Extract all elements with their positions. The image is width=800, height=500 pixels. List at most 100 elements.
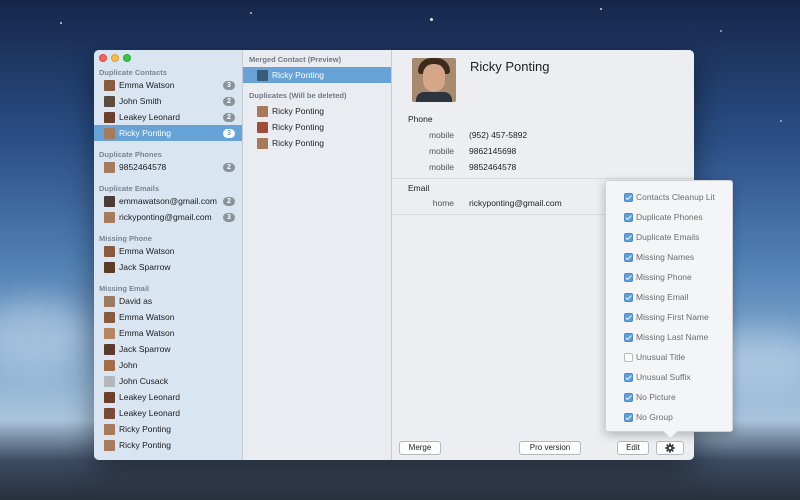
sidebar-item[interactable]: David as [94, 293, 242, 309]
filter-option[interactable]: Duplicate Emails [606, 227, 732, 247]
filter-option[interactable]: Missing Last Name [606, 327, 732, 347]
avatar [104, 161, 115, 173]
duplicate-contact-item-label: Ricky Ponting [272, 122, 324, 132]
sidebar-group: Duplicate Phones 9852464578 2 [94, 148, 242, 175]
filter-option-label: Missing First Name [636, 312, 709, 322]
avatar [257, 121, 268, 133]
checkbox[interactable] [624, 192, 633, 202]
sidebar-item-label: rickyponting@gmail.com [119, 212, 212, 222]
sidebar-item[interactable]: Jack Sparrow [94, 259, 242, 275]
avatar [104, 95, 115, 107]
sidebar-item-label: Emma Watson [119, 80, 175, 90]
merged-contact-item[interactable]: Ricky Ponting [243, 67, 391, 83]
sidebar-item[interactable]: Emma Watson [94, 309, 242, 325]
sidebar-item-label: Leakey Leonard [119, 112, 180, 122]
sidebar-item-label: Emma Watson [119, 328, 175, 338]
sidebar-item[interactable]: Emma Watson 3 [94, 77, 242, 93]
filter-option[interactable]: Duplicate Phones [606, 207, 732, 227]
sidebar-item[interactable]: Leakey Leonard 2 [94, 109, 242, 125]
sidebar-group-title: Duplicate Phones [99, 150, 162, 159]
merge-button[interactable]: Merge [399, 441, 441, 455]
sidebar-item-label: Emma Watson [119, 246, 175, 256]
desktop-cloud [0, 300, 90, 370]
sidebar-item-label: Ricky Ponting [119, 424, 171, 434]
avatar [104, 343, 115, 355]
filter-option[interactable]: Missing Email [606, 287, 732, 307]
duplicate-contact-item-label: Ricky Ponting [272, 138, 324, 148]
checkbox[interactable] [624, 372, 633, 382]
duplicate-contact-item[interactable]: Ricky Ponting [243, 103, 391, 119]
gear-icon [665, 443, 675, 453]
sidebar-group-title: Duplicate Emails [99, 184, 160, 193]
sidebar-item-label: Emma Watson [119, 312, 175, 322]
sidebar-item[interactable]: Emma Watson [94, 325, 242, 341]
email-value[interactable]: rickyponting@gmail.com [469, 198, 562, 208]
sidebar-item[interactable]: Ricky Ponting [94, 437, 242, 453]
sidebar-item[interactable]: 9852464578 2 [94, 159, 242, 175]
filter-option[interactable]: Missing Names [606, 247, 732, 267]
sidebar-item[interactable]: John Smith 2 [94, 93, 242, 109]
avatar [104, 261, 115, 273]
checkbox[interactable] [624, 392, 633, 402]
sidebar-item[interactable]: emmawatson@gmail.com 2 [94, 193, 242, 209]
phone-label: mobile [428, 146, 454, 156]
sidebar-group-title: Duplicate Contacts [99, 68, 167, 77]
sidebar-item-label: John Smith [119, 96, 162, 106]
checkbox[interactable] [624, 352, 633, 362]
avatar [104, 295, 115, 307]
count-badge: 3 [223, 128, 235, 138]
checkbox[interactable] [624, 212, 633, 222]
phone-value[interactable]: 9862145698 [469, 146, 516, 156]
avatar [104, 391, 115, 403]
checkbox[interactable] [624, 252, 633, 262]
filter-option-label: Unusual Title [636, 352, 686, 362]
filter-option-label: Missing Last Name [636, 332, 709, 342]
filter-option[interactable]: No Group [606, 407, 732, 427]
phone-section-label: Phone [408, 114, 433, 124]
checkbox[interactable] [624, 232, 633, 242]
phone-value[interactable]: (952) 457-5892 [469, 130, 527, 140]
avatar [104, 407, 115, 419]
checkbox[interactable] [624, 332, 633, 342]
filter-option[interactable]: No Picture [606, 387, 732, 407]
checkbox[interactable] [624, 312, 633, 322]
sidebar-item[interactable]: Leakey Leonard [94, 405, 242, 421]
checkbox[interactable] [624, 292, 633, 302]
checkbox[interactable] [624, 272, 633, 282]
sidebar-group: Missing Email David as Emma Watson Emma Wat… [94, 282, 242, 453]
avatar [104, 211, 115, 223]
avatar [104, 423, 115, 435]
duplicate-contact-item[interactable]: Ricky Ponting [243, 119, 391, 135]
filter-option[interactable]: Missing First Name [606, 307, 732, 327]
avatar [104, 127, 115, 139]
sidebar-item[interactable]: John [94, 357, 242, 373]
sidebar-item[interactable]: Emma Watson [94, 243, 242, 259]
filter-option[interactable]: Missing Phone [606, 267, 732, 287]
pro-version-button[interactable]: Pro version [519, 441, 581, 455]
filter-option[interactable]: Contacts Cleanup Lit [606, 187, 732, 207]
sidebar-item[interactable]: Leakey Leonard [94, 389, 242, 405]
sidebar-item[interactable]: Jack Sparrow [94, 341, 242, 357]
count-badge: 3 [223, 212, 235, 222]
sidebar-item[interactable]: John Cusack [94, 373, 242, 389]
duplicate-contact-item-label: Ricky Ponting [272, 106, 324, 116]
filter-option[interactable]: Unusual Suffix [606, 367, 732, 387]
filter-option-label: Missing Names [636, 252, 695, 262]
close-window-button[interactable] [99, 54, 107, 62]
sidebar-item[interactable]: Ricky Ponting [94, 421, 242, 437]
sidebar-item[interactable]: rickyponting@gmail.com 3 [94, 209, 242, 225]
merged-contact-item-label: Ricky Ponting [272, 70, 324, 80]
sidebar-item[interactable]: Ricky Ponting 3 [94, 125, 242, 141]
zoom-window-button[interactable] [123, 54, 131, 62]
contact-photo [412, 58, 456, 102]
settings-button[interactable] [656, 441, 684, 455]
duplicate-contact-item[interactable]: Ricky Ponting [243, 135, 391, 151]
filter-option[interactable]: Unusual Title [606, 347, 732, 367]
merged-contact-heading: Merged Contact (Preview) [249, 55, 342, 64]
filter-option-label: Missing Phone [636, 272, 692, 282]
sidebar-item-label: Ricky Ponting [119, 128, 171, 138]
phone-value[interactable]: 9852464578 [469, 162, 516, 172]
checkbox[interactable] [624, 412, 633, 422]
edit-button[interactable]: Edit [617, 441, 649, 455]
minimize-window-button[interactable] [111, 54, 119, 62]
